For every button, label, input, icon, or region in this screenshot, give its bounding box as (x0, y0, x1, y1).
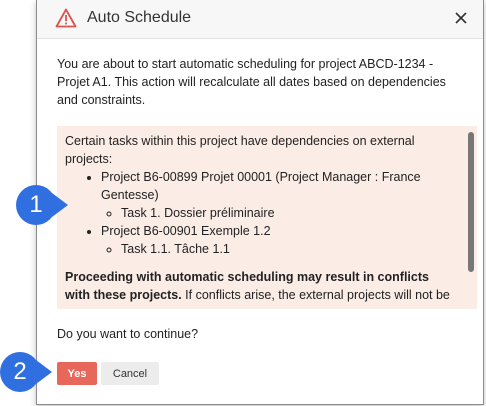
conflict-warning-rest: If conflicts arise, the external project… (181, 288, 450, 302)
cancel-button[interactable]: Cancel (101, 362, 159, 385)
yes-button[interactable]: Yes (57, 362, 97, 385)
project-label: Project B6-00901 Exemple 1.2 (101, 224, 271, 238)
list-item: Project B6-00901 Exemple 1.2 Task 1.1. T… (101, 222, 453, 258)
notice-scrollbar[interactable] (468, 132, 474, 272)
dependency-notice-panel: Certain tasks within this project have d… (57, 126, 477, 309)
conflict-warning: Proceeding with automatic scheduling may… (65, 268, 453, 304)
dialog-header: Auto Schedule (37, 0, 483, 39)
task-list: Task 1.1. Tâche 1.1 (101, 240, 453, 258)
list-item: Task 1. Dossier préliminaire (121, 204, 453, 222)
continue-question: Do you want to continue? (57, 327, 199, 341)
list-item: Task 1.1. Tâche 1.1 (121, 240, 453, 258)
auto-schedule-dialog: Auto Schedule You are about to start aut… (36, 0, 484, 405)
close-button[interactable] (449, 6, 473, 30)
callout-badge-1: 1 (16, 185, 56, 225)
notice-content: Certain tasks within this project have d… (65, 132, 453, 304)
callout-badge-2: 2 (0, 352, 40, 392)
external-project-list: Project B6-00899 Projet 00001 (Project M… (65, 168, 453, 258)
intro-text: You are about to start automatic schedul… (57, 57, 446, 107)
task-list: Task 1. Dossier préliminaire (101, 204, 453, 222)
project-label: Project B6-00899 Projet 00001 (Project M… (101, 170, 421, 202)
dialog-title: Auto Schedule (87, 9, 192, 26)
warning-triangle-icon (55, 8, 77, 28)
close-icon (455, 12, 467, 24)
notice-heading: Certain tasks within this project have d… (65, 134, 415, 166)
list-item: Project B6-00899 Projet 00001 (Project M… (101, 168, 453, 222)
